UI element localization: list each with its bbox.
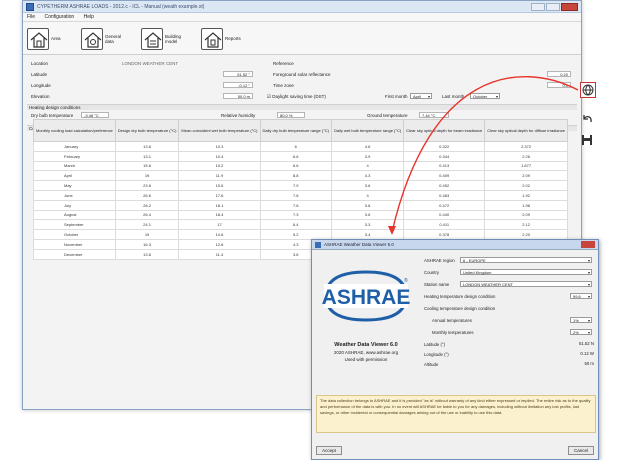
ashrae-weather-dialog: ASHRAE Weather Data Viewer 6.0 ASHRAE ® …	[311, 239, 599, 460]
dialog-field-select[interactable]: 1%	[570, 317, 592, 323]
dialog-title-bar: ASHRAE Weather Data Viewer 6.0	[312, 240, 598, 250]
dialog-field-select[interactable]: United Kingdom	[460, 269, 592, 275]
dialog-field-select[interactable]: 99.6	[570, 293, 592, 299]
dialog-field-label: Altitude	[424, 362, 439, 367]
dialog-field-label: ASHRAE region	[424, 258, 455, 263]
dialog-field-label: Annual temperatures	[432, 318, 472, 323]
dialog-field-label: Longitude (°)	[424, 352, 449, 357]
accept-button[interactable]: Accept	[316, 446, 342, 455]
permission-text: Used with permission	[344, 357, 388, 362]
dialog-field-label: Country	[424, 270, 440, 275]
dialog-product-info: Weather Data Viewer 6.0 2020 ASHRAE, www…	[320, 342, 412, 363]
dialog-field-value: 0.12 W	[580, 351, 594, 356]
ashrae-logo-text: ASHRAE	[322, 286, 411, 309]
ashrae-logo: ASHRAE ®	[322, 270, 411, 322]
dialog-field-label: Monthly temperatures	[432, 330, 474, 335]
dialog-field-label: Latitude (°)	[424, 342, 446, 347]
dialog-field-value: 51.52 N	[578, 341, 594, 346]
dialog-field-label: Cooling temperature design condition	[424, 306, 496, 311]
svg-text:®: ®	[404, 277, 408, 284]
dialog-field-label: Heating temperature design condition	[424, 294, 496, 299]
dialog-field-label: Station name	[424, 282, 450, 287]
dialog-field-select[interactable]: 6 - EUROPE	[460, 257, 592, 263]
cancel-button[interactable]: Cancel	[568, 446, 594, 455]
dialog-title: ASHRAE Weather Data Viewer 6.0	[324, 242, 394, 247]
product-name: Weather Data Viewer 6.0	[334, 342, 398, 348]
dialog-app-icon	[315, 242, 321, 248]
dialog-field-select[interactable]: LONDON WEATHER CENT	[460, 281, 592, 287]
copyright-text: 2020 ASHRAE, www.ashrae.org	[333, 350, 399, 355]
disclaimer-box: The data collection belongs to ASHRAE an…	[316, 395, 596, 433]
dialog-field-value: 50 m	[584, 361, 594, 366]
dialog-field-select[interactable]: 2%	[570, 329, 592, 335]
dialog-close-button[interactable]	[581, 241, 595, 248]
